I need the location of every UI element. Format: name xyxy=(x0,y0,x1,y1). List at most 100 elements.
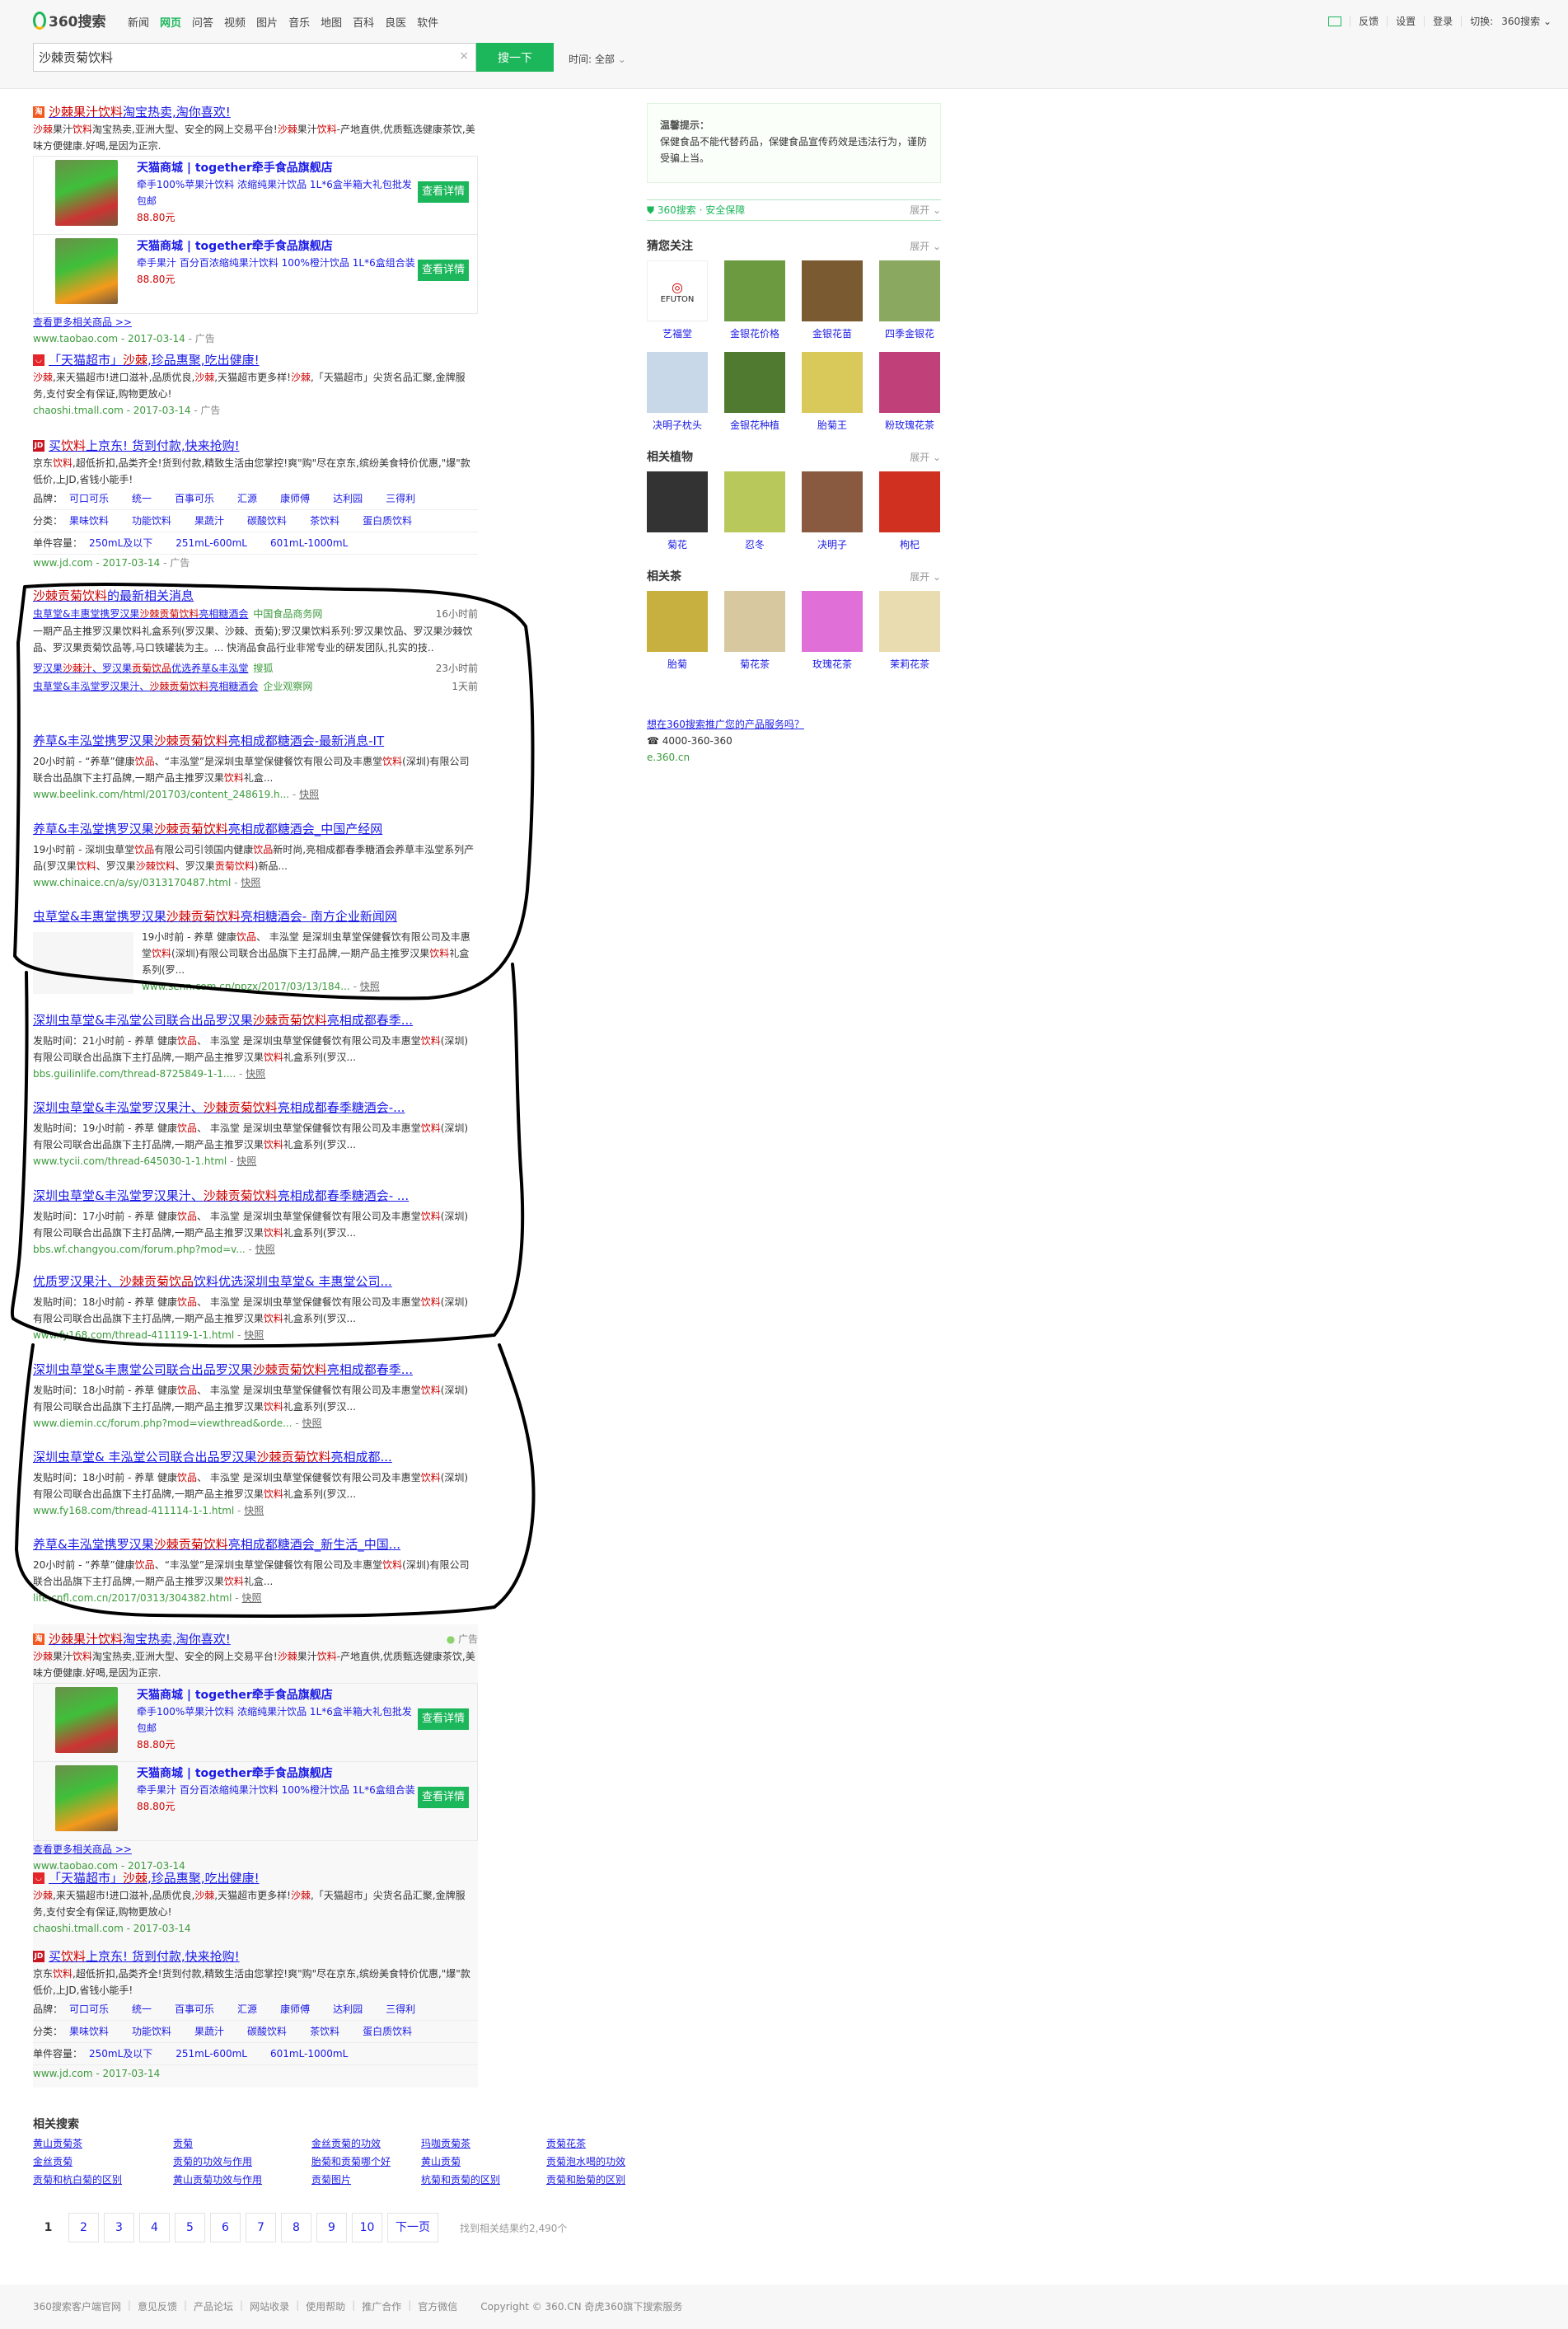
result-title-link[interactable]: 买饮料上京东! 货到付款,快来抢购! xyxy=(49,437,240,455)
search-input[interactable] xyxy=(34,44,429,71)
category-link[interactable]: 果蔬汁 xyxy=(194,2021,224,2042)
volume-link[interactable]: 250mL及以下 xyxy=(89,532,152,554)
grid-item-label[interactable]: 决明子枕头 xyxy=(653,419,702,431)
brand-link[interactable]: 汇源 xyxy=(237,1999,257,2020)
product-description[interactable]: 牵手果汁 百分百浓缩纯果汁饮料 100%橙汁饮品 1L*6盒组合装 xyxy=(137,1782,417,1798)
product-store-name[interactable]: 天猫商城 | together牵手食品旗舰店 xyxy=(137,1765,417,1782)
logo-360-search[interactable]: 360搜索 xyxy=(33,10,106,30)
grid-item[interactable]: 胎菊 xyxy=(647,591,708,671)
category-link[interactable]: 碳酸饮料 xyxy=(247,2021,287,2042)
grid-item-label[interactable]: 茉莉花茶 xyxy=(890,658,929,670)
footer-link[interactable]: 意见反馈 xyxy=(138,2299,177,2329)
grid-item[interactable]: 茉莉花茶 xyxy=(879,591,940,671)
grid-item-image[interactable] xyxy=(724,471,785,532)
grid-item-image[interactable] xyxy=(802,260,863,321)
footer-link[interactable]: 推广合作 xyxy=(362,2299,401,2329)
view-details-button[interactable]: 查看详情 xyxy=(418,260,469,281)
grid-item-label[interactable]: 忍冬 xyxy=(745,539,765,551)
volume-link[interactable]: 251mL-600mL xyxy=(176,532,247,554)
related-search-link[interactable]: 胎菊和贡菊哪个好 xyxy=(311,2153,421,2170)
product-description[interactable]: 牵手果汁 百分百浓缩纯果汁饮料 100%橙汁饮品 1L*6盒组合装 xyxy=(137,255,417,271)
grid-item[interactable]: 玫瑰花茶 xyxy=(802,591,863,671)
result-title-link[interactable]: 沙棘果汁饮料淘宝热卖,淘你喜欢! xyxy=(49,103,231,121)
grid-item-image[interactable] xyxy=(879,591,940,652)
page-10[interactable]: 10 xyxy=(352,2213,382,2242)
result-title-link[interactable]: 深圳虫草堂& 丰泓堂公司联合出品罗汉果沙棘贡菊饮料亮相成都... xyxy=(33,1448,392,1466)
result-title-link[interactable]: 沙棘贡菊饮料的最新相关消息 xyxy=(33,587,194,605)
nav-tab-3[interactable]: 视频 xyxy=(224,14,246,30)
result-title-link[interactable]: 「天猫超市」沙棘,珍品惠聚,吃出健康! xyxy=(49,351,260,369)
page-9[interactable]: 9 xyxy=(316,2213,347,2242)
product-description[interactable]: 牵手100%苹果汁饮料 浓缩纯果汁饮品 1L*6盒半箱大礼包批发包邮 xyxy=(137,1703,417,1736)
view-details-button[interactable]: 查看详情 xyxy=(418,1787,469,1808)
brand-link[interactable]: 达利园 xyxy=(333,1999,363,2020)
expand-button[interactable]: 展开 ⌄ xyxy=(910,200,941,220)
grid-item[interactable]: ◎ EFUTON 艺福堂 xyxy=(647,260,708,340)
nav-tab-4[interactable]: 图片 xyxy=(256,14,278,30)
grid-item-label[interactable]: 胎菊 xyxy=(667,658,687,670)
more-products-link[interactable]: 查看更多相关商品 >> xyxy=(33,1844,132,1855)
related-search-link[interactable]: 贡菊的功效与作用 xyxy=(173,2153,311,2170)
category-link[interactable]: 蛋白质饮料 xyxy=(363,510,412,532)
nav-tab-6[interactable]: 地图 xyxy=(321,14,342,30)
product-image[interactable] xyxy=(55,1765,118,1831)
product-description[interactable]: 牵手100%苹果汁饮料 浓缩纯果汁饮品 1L*6盒半箱大礼包批发包邮 xyxy=(137,176,417,209)
product-image[interactable] xyxy=(55,1687,118,1753)
promo-link[interactable]: 想在360搜索推广您的产品服务吗？ xyxy=(647,719,804,730)
footer-link[interactable]: 产品论坛 xyxy=(194,2299,233,2329)
snapshot-link[interactable]: 快照 xyxy=(299,789,319,800)
volume-link[interactable]: 601mL-1000mL xyxy=(270,532,348,554)
news-title-link[interactable]: 虫草堂&丰惠堂携罗汉果沙棘贡菊饮料亮相糖酒会 xyxy=(33,608,248,620)
grid-item[interactable]: 四季金银花 xyxy=(879,260,940,340)
grid-item-image[interactable] xyxy=(879,352,940,413)
brand-link[interactable]: 可口可乐 xyxy=(69,488,109,509)
grid-item-label[interactable]: 枸杞 xyxy=(900,539,920,551)
grid-item[interactable]: 胎菊王 xyxy=(802,352,863,432)
brand-link[interactable]: 可口可乐 xyxy=(69,1999,109,2020)
product-image[interactable] xyxy=(55,160,118,226)
result-thumbnail[interactable] xyxy=(33,932,133,994)
result-title-link[interactable]: 养草&丰泓堂携罗汉果沙棘贡菊饮料亮相成都糖酒会_中国产经网 xyxy=(33,820,382,838)
product-store-name[interactable]: 天猫商城 | together牵手食品旗舰店 xyxy=(137,1687,417,1703)
category-link[interactable]: 果蔬汁 xyxy=(194,510,224,532)
category-link[interactable]: 蛋白质饮料 xyxy=(363,2021,412,2042)
grid-item-label[interactable]: 粉玫瑰花茶 xyxy=(885,419,934,431)
nav-tab-9[interactable]: 软件 xyxy=(417,14,438,30)
feedback-link[interactable]: 反馈 xyxy=(1359,14,1378,28)
snapshot-link[interactable]: 快照 xyxy=(244,1329,264,1341)
time-filter-dropdown[interactable]: 时间: 全部 ⌄ xyxy=(569,52,626,66)
mail-icon[interactable] xyxy=(1328,16,1342,26)
brand-link[interactable]: 统一 xyxy=(132,488,152,509)
login-link[interactable]: 登录 xyxy=(1433,14,1453,28)
brand-link[interactable]: 汇源 xyxy=(237,488,257,509)
grid-item-image[interactable] xyxy=(724,260,785,321)
category-link[interactable]: 果味饮料 xyxy=(69,510,109,532)
grid-item[interactable]: 菊花茶 xyxy=(724,591,785,671)
brand-link[interactable]: 统一 xyxy=(132,1999,152,2020)
grid-item-label[interactable]: 金银花种植 xyxy=(730,419,779,431)
nav-tab-2[interactable]: 问答 xyxy=(192,14,213,30)
result-title-link[interactable]: 买饮料上京东! 货到付款,快来抢购! xyxy=(49,1947,240,1966)
grid-item-label[interactable]: 决明子 xyxy=(817,539,847,551)
category-link[interactable]: 茶饮料 xyxy=(310,2021,339,2042)
page-3[interactable]: 3 xyxy=(104,2213,134,2242)
more-products-link[interactable]: 查看更多相关商品 >> xyxy=(33,316,132,328)
product-store-name[interactable]: 天猫商城 | together牵手食品旗舰店 xyxy=(137,160,417,176)
brand-link[interactable]: 三得利 xyxy=(386,488,415,509)
grid-item-image[interactable] xyxy=(647,591,708,652)
volume-link[interactable]: 250mL及以下 xyxy=(89,2043,152,2064)
result-title-link[interactable]: 「天猫超市」沙棘,珍品惠聚,吃出健康! xyxy=(49,1869,260,1887)
volume-link[interactable]: 251mL-600mL xyxy=(176,2043,247,2064)
grid-item-image[interactable] xyxy=(647,471,708,532)
clear-icon[interactable]: × xyxy=(459,49,469,63)
grid-item-image[interactable] xyxy=(802,471,863,532)
related-search-link[interactable]: 贡菊图片 xyxy=(311,2172,421,2188)
brand-link[interactable]: 百事可乐 xyxy=(175,488,214,509)
grid-item-image[interactable]: ◎ EFUTON xyxy=(647,260,708,321)
snapshot-link[interactable]: 快照 xyxy=(244,1505,264,1516)
related-search-link[interactable]: 贡菊和杭白菊的区别 xyxy=(33,2172,173,2188)
grid-item-label[interactable]: 玫瑰花茶 xyxy=(812,658,852,670)
footer-link[interactable]: 360搜索客户端官网 xyxy=(33,2299,121,2329)
safety-label[interactable]: 360搜索 · 安全保障 xyxy=(658,204,745,216)
grid-item[interactable]: 菊花 xyxy=(647,471,708,551)
